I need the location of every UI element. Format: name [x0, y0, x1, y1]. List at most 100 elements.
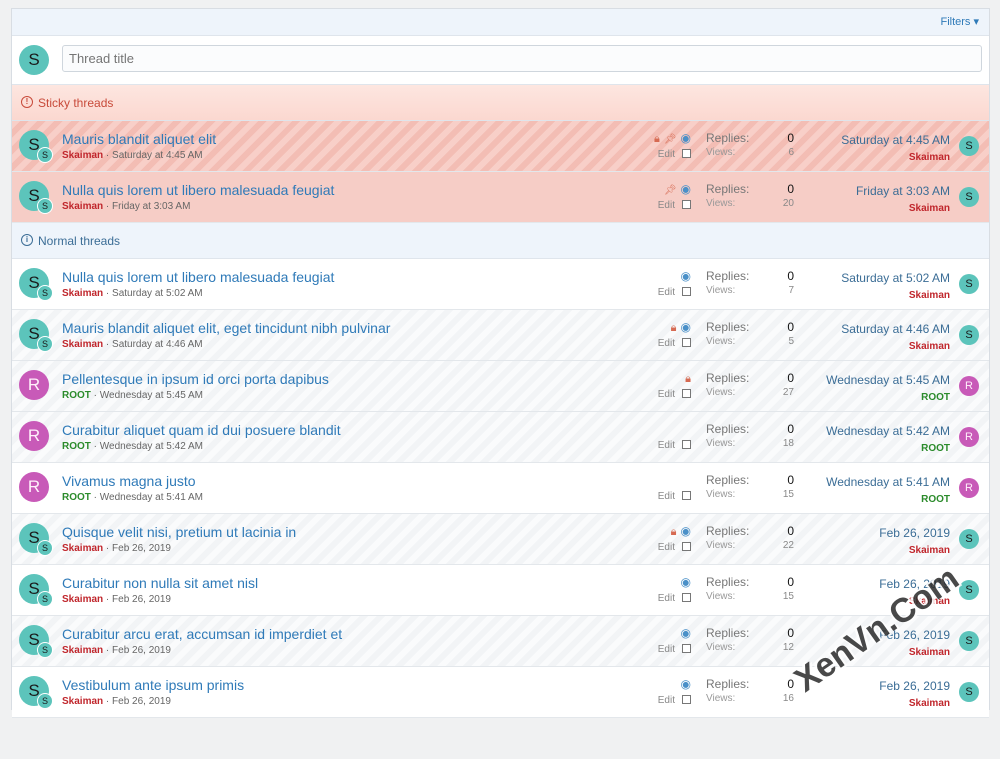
participant-avatar[interactable]: S	[37, 147, 53, 163]
thread-title-link[interactable]: Curabitur arcu erat, accumsan id imperdi…	[62, 626, 342, 642]
edit-link[interactable]: Edit	[658, 644, 675, 655]
participant-avatar[interactable]: S	[37, 591, 53, 607]
thread-author-link[interactable]: Skaiman	[62, 150, 103, 161]
last-post-user[interactable]: Skaiman	[841, 290, 950, 301]
last-post-date[interactable]: Friday at 3:03 AM	[856, 184, 950, 198]
thread-author-link[interactable]: Skaiman	[62, 696, 103, 707]
last-post-user[interactable]: Skaiman	[856, 203, 950, 214]
last-poster-avatar[interactable]: R	[959, 427, 979, 447]
thread-title-link[interactable]: Mauris blandit aliquet elit, eget tincid…	[62, 320, 390, 336]
thread-date[interactable]: Feb 26, 2019	[112, 543, 171, 554]
edit-link[interactable]: Edit	[658, 338, 675, 349]
thread-title-link[interactable]: Curabitur non nulla sit amet nisl	[62, 575, 258, 591]
avatar[interactable]: R	[19, 370, 49, 400]
thread-title-link[interactable]: Nulla quis lorem ut libero malesuada feu…	[62, 182, 334, 198]
last-poster-avatar[interactable]: S	[959, 136, 979, 156]
last-post-date[interactable]: Wednesday at 5:42 AM	[826, 424, 950, 438]
edit-link[interactable]: Edit	[658, 389, 675, 400]
thread-title-link[interactable]: Pellentesque in ipsum id orci porta dapi…	[62, 371, 329, 387]
last-post-user[interactable]: ROOT	[826, 494, 950, 505]
participant-avatar[interactable]: S	[37, 336, 53, 352]
thread-row[interactable]: S S Mauris blandit aliquet elit, eget tinc…	[12, 310, 989, 361]
last-post-date[interactable]: Saturday at 4:45 AM	[841, 133, 950, 147]
edit-link[interactable]: Edit	[658, 200, 675, 211]
thread-row[interactable]: R Pellentesque in ipsum id orci porta dap…	[12, 361, 989, 412]
select-checkbox[interactable]	[682, 149, 691, 158]
select-checkbox[interactable]	[682, 695, 691, 704]
thread-date[interactable]: Wednesday at 5:41 AM	[100, 492, 203, 503]
last-poster-avatar[interactable]: R	[959, 376, 979, 396]
last-post-user[interactable]: Skaiman	[879, 545, 950, 556]
last-poster-avatar[interactable]: S	[959, 325, 979, 345]
thread-date[interactable]: Feb 26, 2019	[112, 594, 171, 605]
edit-link[interactable]: Edit	[658, 149, 675, 160]
participant-avatar[interactable]: S	[37, 540, 53, 556]
select-checkbox[interactable]	[682, 542, 691, 551]
thread-author-link[interactable]: ROOT	[62, 492, 91, 503]
select-checkbox[interactable]	[682, 593, 691, 602]
thread-title-input[interactable]	[62, 45, 982, 72]
participant-avatar[interactable]: S	[37, 198, 53, 214]
thread-date[interactable]: Saturday at 4:45 AM	[112, 150, 203, 161]
avatar[interactable]: S	[19, 45, 49, 75]
edit-link[interactable]: Edit	[658, 440, 675, 451]
thread-title-link[interactable]: Curabitur aliquet quam id dui posuere bl…	[62, 422, 341, 438]
participant-avatar[interactable]: S	[37, 285, 53, 301]
thread-row[interactable]: S S Curabitur non nulla sit amet nisl Skaim…	[12, 565, 989, 616]
thread-author-link[interactable]: Skaiman	[62, 645, 103, 656]
select-checkbox[interactable]	[682, 338, 691, 347]
thread-author-link[interactable]: Skaiman	[62, 339, 103, 350]
thread-row[interactable]: R Curabitur aliquet quam id dui posuere b…	[12, 412, 989, 463]
thread-row[interactable]: S S Nulla quis lorem ut libero malesuada f…	[12, 259, 989, 310]
last-poster-avatar[interactable]: S	[959, 187, 979, 207]
avatar[interactable]: R	[19, 472, 49, 502]
select-checkbox[interactable]	[682, 389, 691, 398]
last-post-user[interactable]: ROOT	[826, 443, 950, 454]
thread-title-link[interactable]: Quisque velit nisi, pretium ut lacinia i…	[62, 524, 296, 540]
thread-date[interactable]: Wednesday at 5:42 AM	[100, 441, 203, 452]
thread-author-link[interactable]: ROOT	[62, 390, 91, 401]
filters-menu[interactable]: Filters ▾	[940, 15, 979, 28]
select-checkbox[interactable]	[682, 491, 691, 500]
last-poster-avatar[interactable]: S	[959, 274, 979, 294]
thread-date[interactable]: Feb 26, 2019	[112, 696, 171, 707]
last-post-date[interactable]: Wednesday at 5:45 AM	[826, 373, 950, 387]
select-checkbox[interactable]	[682, 440, 691, 449]
thread-row[interactable]: S S Quisque velit nisi, pretium ut lacinia…	[12, 514, 989, 565]
last-post-date[interactable]: Wednesday at 5:41 AM	[826, 475, 950, 489]
select-checkbox[interactable]	[682, 200, 691, 209]
last-post-user[interactable]: ROOT	[826, 392, 950, 403]
thread-title-link[interactable]: Mauris blandit aliquet elit	[62, 131, 216, 147]
last-post-date[interactable]: Feb 26, 2019	[879, 526, 950, 540]
thread-row[interactable]: R Vivamus magna justo ROOT · Wednesday at …	[12, 463, 989, 514]
thread-date[interactable]: Friday at 3:03 AM	[112, 201, 190, 212]
thread-title-link[interactable]: Vivamus magna justo	[62, 473, 196, 489]
thread-row[interactable]: S S Nulla quis lorem ut libero malesuada f…	[12, 172, 989, 223]
last-poster-avatar[interactable]: S	[959, 682, 979, 702]
thread-author-link[interactable]: Skaiman	[62, 543, 103, 554]
participant-avatar[interactable]: S	[37, 642, 53, 658]
last-post-user[interactable]: Skaiman	[841, 152, 950, 163]
thread-title-link[interactable]: Vestibulum ante ipsum primis	[62, 677, 244, 693]
last-poster-avatar[interactable]: R	[959, 478, 979, 498]
thread-date[interactable]: Wednesday at 5:45 AM	[100, 390, 203, 401]
select-checkbox[interactable]	[682, 287, 691, 296]
edit-link[interactable]: Edit	[658, 491, 675, 502]
last-post-date[interactable]: Saturday at 5:02 AM	[841, 271, 950, 285]
thread-row[interactable]: S S Mauris blandit aliquet elit Skaiman · S…	[12, 121, 989, 172]
edit-link[interactable]: Edit	[658, 695, 675, 706]
last-poster-avatar[interactable]: S	[959, 529, 979, 549]
edit-link[interactable]: Edit	[658, 593, 675, 604]
thread-date[interactable]: Saturday at 4:46 AM	[112, 339, 203, 350]
participant-avatar[interactable]: S	[37, 693, 53, 709]
avatar[interactable]: R	[19, 421, 49, 451]
thread-author-link[interactable]: ROOT	[62, 441, 91, 452]
last-post-date[interactable]: Saturday at 4:46 AM	[841, 322, 950, 336]
last-post-user[interactable]: Skaiman	[841, 341, 950, 352]
select-checkbox[interactable]	[682, 644, 691, 653]
edit-link[interactable]: Edit	[658, 542, 675, 553]
edit-link[interactable]: Edit	[658, 287, 675, 298]
thread-author-link[interactable]: Skaiman	[62, 594, 103, 605]
thread-author-link[interactable]: Skaiman	[62, 201, 103, 212]
thread-title-link[interactable]: Nulla quis lorem ut libero malesuada feu…	[62, 269, 334, 285]
